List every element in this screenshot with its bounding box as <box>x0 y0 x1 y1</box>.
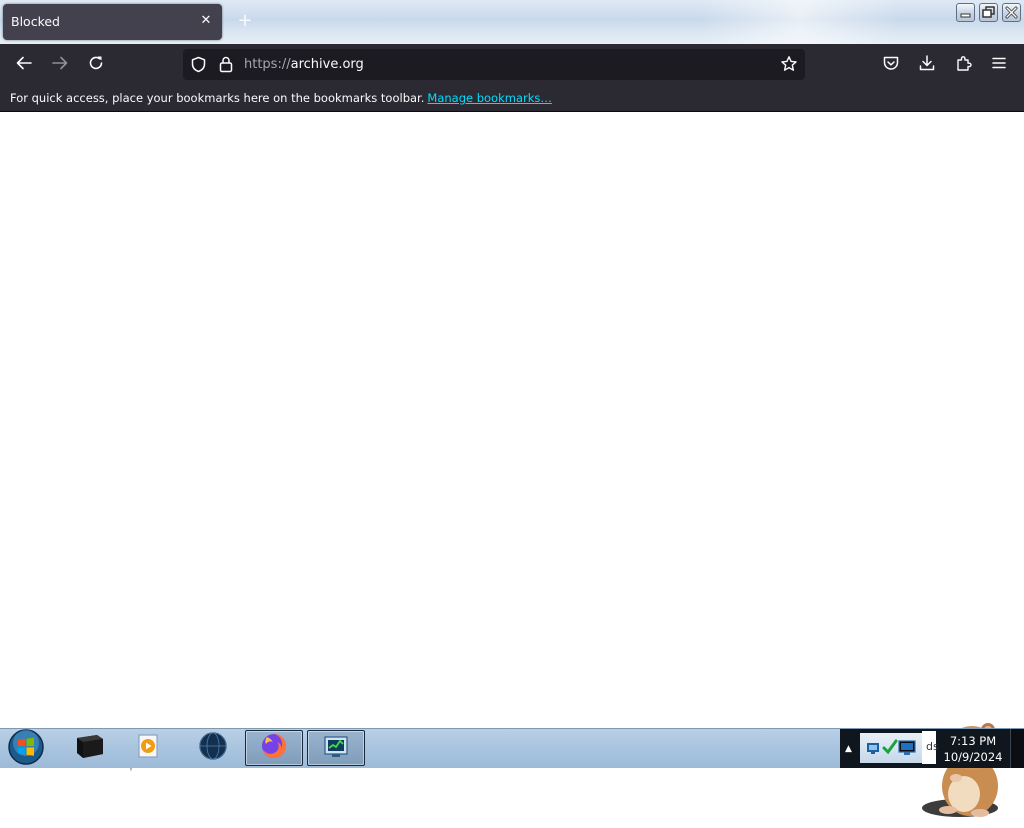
downloads-button[interactable] <box>912 50 942 80</box>
clock[interactable]: 7:13 PM 10/9/2024 <box>938 733 1008 765</box>
bookmarks-hint-text: For quick access, place your bookmarks h… <box>10 91 425 105</box>
tray-icons[interactable] <box>860 733 922 763</box>
firefox-icon <box>259 731 289 765</box>
tab-close-icon[interactable]: ✕ <box>198 13 214 29</box>
tab-title: Blocked <box>11 14 60 29</box>
url-host: archive.org <box>290 57 364 72</box>
network-icon[interactable] <box>866 740 882 760</box>
reload-icon <box>87 54 105 76</box>
url-scheme: https:// <box>244 57 291 72</box>
tab-blocked[interactable]: Blocked ✕ <box>3 4 222 40</box>
show-hidden-icons-icon[interactable]: ▲ <box>845 744 852 754</box>
restore-button[interactable] <box>979 3 998 22</box>
close-window-button[interactable] <box>1002 3 1021 22</box>
tray-partial-text: ds <box>926 740 939 753</box>
taskbar-app-media-player[interactable] <box>120 730 178 766</box>
start-button[interactable] <box>4 728 48 770</box>
lock-icon[interactable] <box>218 55 234 77</box>
taskbar-app-firefox[interactable] <box>245 730 303 766</box>
tab-strip: Blocked ✕ + <box>0 0 1024 44</box>
windows-start-orb-icon <box>7 728 45 770</box>
reload-button[interactable] <box>81 50 111 80</box>
system-tray: ▲ ds 7:13 PM 10/9/2024 <box>840 729 1024 768</box>
forward-arrow-icon <box>51 54 69 76</box>
media-player-icon <box>135 732 163 764</box>
url-bar[interactable]: https://archive.org <box>183 49 805 80</box>
monitor-icon[interactable] <box>898 740 916 760</box>
task-manager-icon <box>321 732 351 764</box>
menu-icon <box>990 54 1008 76</box>
forward-button[interactable] <box>45 50 75 80</box>
download-icon <box>918 54 936 76</box>
pocket-button[interactable] <box>876 50 906 80</box>
terminal-icon <box>73 732 105 764</box>
back-arrow-icon <box>15 54 33 76</box>
bookmarks-toolbar: For quick access, place your bookmarks h… <box>0 86 1024 112</box>
tray-partial-window: ds <box>922 731 939 764</box>
taskbar: ▲ ds 7:13 PM 10/9/2024 <box>0 728 1024 768</box>
minimize-button[interactable] <box>956 3 975 22</box>
url-text[interactable]: https://archive.org <box>244 57 364 72</box>
shield-icon[interactable] <box>190 56 207 77</box>
extensions-button[interactable] <box>949 50 979 80</box>
back-button[interactable] <box>9 50 39 80</box>
security-check-icon[interactable] <box>882 738 898 760</box>
taskbar-app-globe[interactable] <box>184 730 242 766</box>
globe-icon <box>198 731 228 765</box>
star-icon[interactable] <box>780 55 798 77</box>
clock-time: 7:13 PM <box>949 734 997 748</box>
clock-date: 10/9/2024 <box>943 750 1003 764</box>
manage-bookmarks-link[interactable]: Manage bookmarks… <box>427 91 552 105</box>
taskbar-app-task-manager[interactable] <box>307 730 365 766</box>
navigation-toolbar: https://archive.org <box>0 44 1024 86</box>
new-tab-button[interactable]: + <box>236 12 254 30</box>
show-desktop-button[interactable] <box>1010 729 1024 768</box>
extensions-icon <box>955 54 973 76</box>
app-menu-button[interactable] <box>984 50 1014 80</box>
page-content[interactable] <box>0 112 1024 817</box>
bookmarks-hint: For quick access, place your bookmarks h… <box>10 91 552 105</box>
pocket-icon <box>882 54 900 76</box>
taskbar-app-terminal[interactable] <box>60 730 118 766</box>
